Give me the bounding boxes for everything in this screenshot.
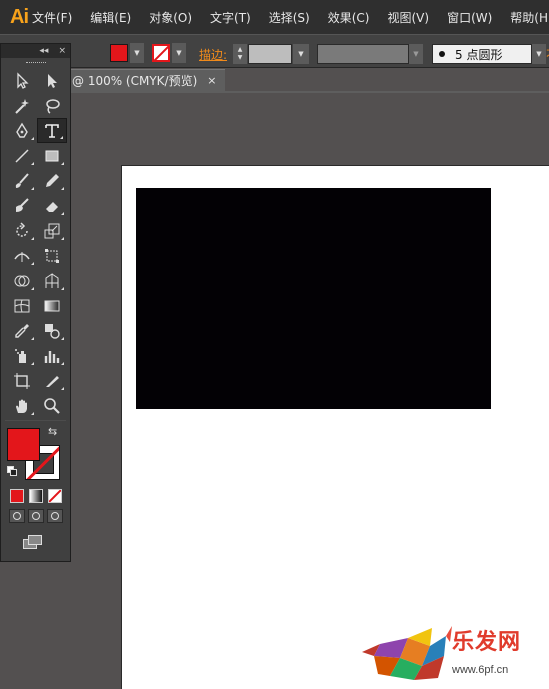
brush-dot-icon xyxy=(439,51,445,57)
selection-tool-icon[interactable] xyxy=(7,68,37,93)
menu-select[interactable]: 选择(S) xyxy=(265,9,310,26)
document-tab-title: @ 100% (CMYK/预览) xyxy=(72,74,198,88)
gradient-mode-icon[interactable] xyxy=(29,489,43,503)
color-mode-row xyxy=(1,489,70,503)
panel-grip[interactable] xyxy=(1,58,70,68)
lasso-tool-icon[interactable] xyxy=(37,93,67,118)
chevron-down-icon[interactable]: ▼ xyxy=(293,44,309,64)
menu-object[interactable]: 对象(O) xyxy=(145,9,192,26)
rectangle-tool-icon[interactable] xyxy=(37,143,67,168)
chevron-down-icon[interactable]: ▼ xyxy=(409,44,423,64)
column-graph-tool-icon[interactable] xyxy=(37,343,67,368)
divider xyxy=(5,420,66,421)
shape-builder-tool-icon[interactable] xyxy=(7,268,37,293)
draw-normal-icon[interactable] xyxy=(9,509,25,523)
stroke-weight-spinner[interactable]: ▲ ▼ xyxy=(233,44,247,64)
stroke-label[interactable]: 描边: xyxy=(199,46,227,63)
menu-effect[interactable]: 效果(C) xyxy=(324,9,370,26)
magic-wand-tool-icon[interactable] xyxy=(7,93,37,118)
watermark-url: www.6pf.cn xyxy=(452,664,509,676)
mesh-tool-icon[interactable] xyxy=(7,293,37,318)
menu-bar: Ai 文件(F) 编辑(E) 对象(O) 文字(T) 选择(S) 效果(C) 视… xyxy=(0,0,549,34)
variable-width-field[interactable] xyxy=(317,44,409,64)
draw-inside-icon[interactable] xyxy=(47,509,63,523)
menu-help[interactable]: 帮助(H) xyxy=(506,9,549,26)
tab-strip xyxy=(70,91,549,93)
rotate-tool-icon[interactable] xyxy=(7,218,37,243)
swap-icon[interactable]: ⇆ xyxy=(48,425,57,438)
draw-behind-icon[interactable] xyxy=(28,509,44,523)
menu-view[interactable]: 视图(V) xyxy=(383,9,429,26)
blob-brush-tool-icon[interactable] xyxy=(7,193,37,218)
symbol-sprayer-tool-icon[interactable] xyxy=(7,343,37,368)
none-mode-icon[interactable] xyxy=(48,489,62,503)
chevron-down-icon[interactable]: ▼ xyxy=(172,43,186,63)
eyedropper-tool-icon[interactable] xyxy=(7,318,37,343)
watermark-brand: 乐发网 xyxy=(452,629,522,655)
tools-panel-header[interactable]: ◂◂ × xyxy=(1,44,70,58)
brush-definition-field[interactable]: 5 点圆形 xyxy=(432,44,532,64)
menu-file[interactable]: 文件(F) xyxy=(28,9,72,26)
eraser-tool-icon[interactable] xyxy=(37,193,67,218)
close-icon[interactable]: × xyxy=(58,46,66,56)
tool-grid xyxy=(1,68,70,418)
menu-type[interactable]: 文字(T) xyxy=(206,9,251,26)
stroke-weight-field[interactable] xyxy=(248,44,292,64)
brush-label: 5 点圆形 xyxy=(455,47,503,62)
line-segment-tool-icon[interactable] xyxy=(7,143,37,168)
black-rectangle[interactable] xyxy=(136,188,491,409)
width-tool-icon[interactable] xyxy=(7,243,37,268)
gradient-tool-icon[interactable] xyxy=(37,293,67,318)
paintbrush-tool-icon[interactable] xyxy=(7,168,37,193)
screen-mode-icon[interactable] xyxy=(23,535,45,553)
type-tool-icon[interactable] xyxy=(37,118,67,143)
scale-tool-icon[interactable] xyxy=(37,218,67,243)
tools-panel: ◂◂ × ⇆ xyxy=(0,43,71,562)
pen-tool-icon[interactable] xyxy=(7,118,37,143)
perspective-grid-tool-icon[interactable] xyxy=(37,268,67,293)
control-bar: ▼ ▼ 描边: ▲▼ ▼ ▼ 5 点圆形 ▼ 不 xyxy=(0,34,549,68)
collapse-icon[interactable]: ◂◂ xyxy=(39,46,48,56)
slice-tool-icon[interactable] xyxy=(37,368,67,393)
fill-stroke-widget: ⇆ xyxy=(1,423,70,487)
stroke-swatch[interactable] xyxy=(152,44,170,62)
blend-tool-icon[interactable] xyxy=(37,318,67,343)
menu-edit[interactable]: 编辑(E) xyxy=(86,9,131,26)
app-logo: Ai xyxy=(10,5,29,28)
document-tab[interactable]: @ 100% (CMYK/预览) × xyxy=(70,69,225,91)
chevron-down-icon[interactable]: ▼ xyxy=(130,43,144,63)
zoom-tool-icon[interactable] xyxy=(37,393,67,418)
artboard-tool-icon[interactable] xyxy=(7,368,37,393)
fill-swatch[interactable] xyxy=(110,44,128,62)
direct-selection-tool-icon[interactable] xyxy=(37,68,67,93)
close-icon[interactable]: × xyxy=(207,74,216,87)
free-transform-tool-icon[interactable] xyxy=(37,243,67,268)
color-mode-icon[interactable] xyxy=(10,489,24,503)
drawing-mode-row xyxy=(1,509,70,523)
fill-swatch-dropdown[interactable]: ▼ xyxy=(110,43,144,63)
menu-window[interactable]: 窗口(W) xyxy=(443,9,492,26)
hand-tool-icon[interactable] xyxy=(7,393,37,418)
default-colors-icon[interactable] xyxy=(7,466,17,476)
pencil-tool-icon[interactable] xyxy=(37,168,67,193)
chevron-down-icon[interactable]: ▼ xyxy=(532,44,546,64)
stroke-swatch-dropdown[interactable]: ▼ xyxy=(152,43,186,63)
fill-color-box[interactable] xyxy=(7,428,40,461)
